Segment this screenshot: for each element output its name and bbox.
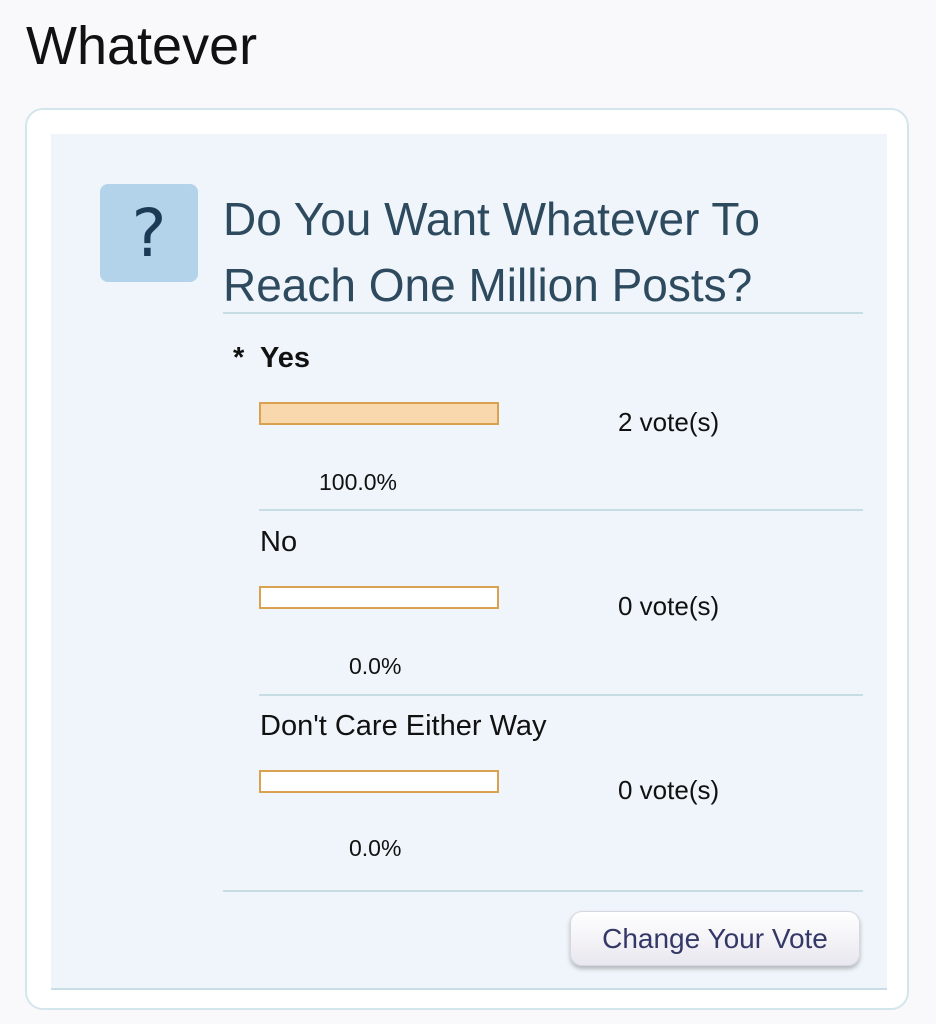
divider xyxy=(223,312,863,314)
vote-count-yes: 2 vote(s) xyxy=(618,407,720,437)
divider xyxy=(223,890,863,892)
percent-dont-care: 0.0% xyxy=(349,835,402,861)
choice-label-dont-care: Don't Care Either Way xyxy=(260,710,547,742)
result-bar-yes xyxy=(259,402,499,425)
choice-label-no: No xyxy=(260,526,298,558)
result-bar-no xyxy=(259,586,499,609)
divider xyxy=(259,694,863,696)
poll-panel: ? Do You Want Whatever To Reach One Mill… xyxy=(51,134,887,990)
page-title: Whatever xyxy=(26,16,258,76)
question-mark-icon: ? xyxy=(100,184,198,282)
result-bar-dont-care xyxy=(259,770,499,793)
change-vote-button[interactable]: Change Your Vote xyxy=(570,911,860,966)
percent-yes: 100.0% xyxy=(319,469,398,495)
poll-card: ? Do You Want Whatever To Reach One Mill… xyxy=(25,108,909,1010)
divider xyxy=(259,509,863,511)
choice-label-yes: Yes xyxy=(260,342,310,374)
result-bar-fill xyxy=(261,404,497,423)
vote-count-no: 0 vote(s) xyxy=(618,591,720,621)
poll-question: Do You Want Whatever To Reach One Millio… xyxy=(223,193,760,311)
percent-no: 0.0% xyxy=(349,653,402,679)
vote-count-dont-care: 0 vote(s) xyxy=(618,775,720,805)
selected-marker: * xyxy=(233,342,245,374)
